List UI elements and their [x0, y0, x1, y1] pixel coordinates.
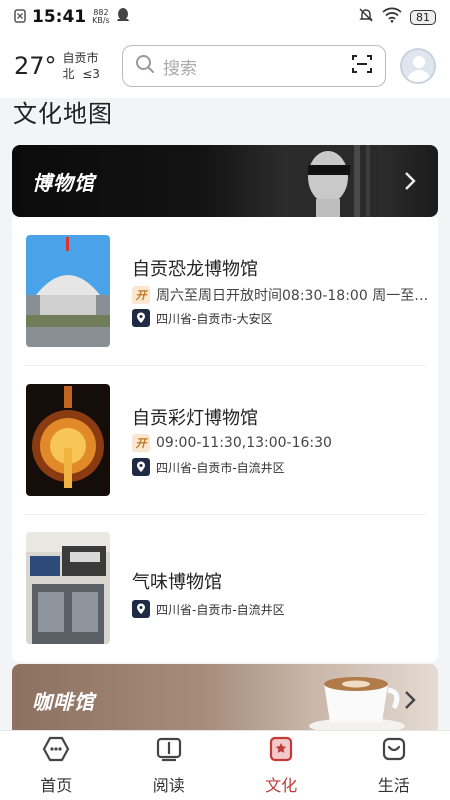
museum-name: 自贡恐龙博物馆	[132, 259, 258, 280]
museum-address: 四川省-自贡市-自流井区	[132, 600, 285, 618]
status-time: 15:41	[32, 7, 87, 27]
museum-list: 自贡恐龙博物馆 开周六至周日开放时间08:30-18:00 周一至… 四川省-自…	[12, 217, 438, 662]
battery-indicator: 81	[410, 9, 436, 25]
network-speed: 882 KB/s	[92, 8, 110, 25]
life-icon	[381, 736, 407, 766]
temperature: 27°	[14, 52, 57, 80]
wifi-icon	[382, 7, 402, 27]
bottom-nav: 首页 阅读 文化 生活	[0, 730, 450, 800]
wind-direction: 北	[62, 67, 75, 81]
culture-icon	[268, 736, 294, 766]
home-icon	[42, 736, 70, 766]
weather-widget[interactable]: 27° 自贡市 北 ≤3	[14, 50, 122, 82]
statue-image	[288, 145, 378, 217]
top-header: 27° 自贡市 北 ≤3 搜索	[0, 34, 450, 98]
opening-hours: 开周六至周日开放时间08:30-18:00 周一至…	[132, 285, 428, 305]
status-bar: 15:41 882 KB/s 81	[0, 0, 450, 34]
location-pin-icon	[132, 309, 150, 327]
museum-address: 四川省-自贡市-大安区	[132, 309, 273, 327]
museum-banner-label: 博物馆	[32, 171, 95, 195]
museum-name: 自贡彩灯博物馆	[132, 408, 258, 429]
divider	[24, 365, 426, 366]
location-pin-icon	[132, 600, 150, 618]
avatar[interactable]	[400, 48, 436, 84]
search-input[interactable]: 搜索	[122, 45, 386, 87]
chevron-right-icon	[404, 171, 416, 195]
open-tag-icon: 开	[132, 434, 150, 452]
coffee-cup-image	[309, 677, 405, 734]
museum-banner[interactable]: 博物馆	[12, 145, 438, 217]
nav-label: 阅读	[152, 775, 185, 795]
scan-icon[interactable]	[351, 53, 373, 79]
location-pin-icon	[132, 458, 150, 476]
divider	[24, 514, 426, 515]
nav-label: 生活	[377, 775, 410, 795]
cafe-banner-label: 咖啡馆	[32, 690, 95, 714]
open-tag-icon: 开	[132, 286, 150, 304]
cafe-banner[interactable]: 咖啡馆	[12, 664, 438, 736]
nav-label: 首页	[40, 775, 73, 795]
museum-name: 气味博物馆	[132, 572, 222, 593]
search-icon	[135, 54, 155, 78]
museum-thumbnail	[26, 384, 110, 496]
opening-hours: 开 09:00-11:30,13:00-16:30	[132, 434, 332, 452]
wind-level: ≤3	[82, 67, 100, 81]
list-item[interactable]: 自贡恐龙博物馆 开周六至周日开放时间08:30-18:00 周一至… 四川省-自…	[24, 225, 428, 347]
sim-icon	[14, 8, 26, 27]
museum-thumbnail	[26, 235, 110, 347]
list-item[interactable]: 自贡彩灯博物馆 开 09:00-11:30,13:00-16:30 四川省-自贡市…	[24, 374, 428, 496]
book-icon	[156, 736, 182, 766]
qq-icon	[116, 7, 130, 27]
page-title: 文化地图	[13, 100, 113, 128]
search-placeholder: 搜索	[163, 58, 197, 79]
museum-thumbnail	[26, 532, 110, 644]
nav-culture[interactable]: 文化	[225, 731, 338, 800]
chevron-right-icon	[404, 690, 416, 714]
museum-address: 四川省-自贡市-自流井区	[132, 458, 285, 476]
nav-life[interactable]: 生活	[338, 731, 450, 800]
city-name: 自贡市	[62, 51, 99, 65]
nav-read[interactable]: 阅读	[113, 731, 226, 800]
mute-icon	[358, 7, 374, 27]
list-item[interactable]: 气味博物馆 四川省-自贡市-自流井区	[24, 522, 428, 644]
nav-label: 文化	[265, 775, 298, 795]
nav-home[interactable]: 首页	[0, 731, 113, 800]
